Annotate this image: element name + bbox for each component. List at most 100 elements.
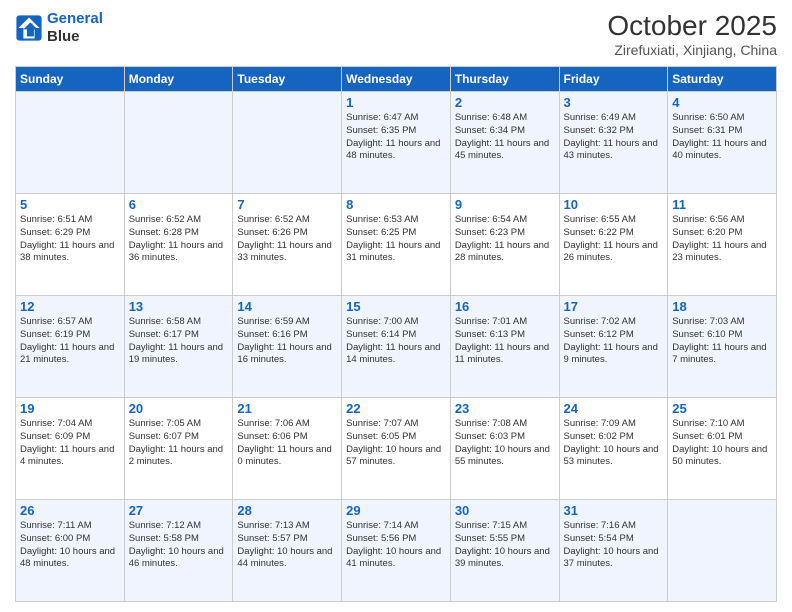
cell-info: Sunrise: 7:15 AM Sunset: 5:55 PM Dayligh… xyxy=(455,520,550,569)
day-number: 28 xyxy=(237,503,337,518)
day-number: 25 xyxy=(672,401,772,416)
calendar-cell: 1Sunrise: 6:47 AM Sunset: 6:35 PM Daylig… xyxy=(342,92,451,194)
day-number: 30 xyxy=(455,503,555,518)
day-number: 26 xyxy=(20,503,120,518)
cell-info: Sunrise: 7:14 AM Sunset: 5:56 PM Dayligh… xyxy=(346,520,441,569)
calendar-cell: 11Sunrise: 6:56 AM Sunset: 6:20 PM Dayli… xyxy=(668,194,777,296)
calendar-cell: 22 Sunrise: 7:07 AM Sunset: 6:05 PM Dayli… xyxy=(342,398,451,500)
day-number: 17 xyxy=(564,299,664,314)
cell-info: Sunrise: 6:49 AM Sunset: 6:32 PM Dayligh… xyxy=(564,112,658,161)
cell-info: Sunrise: 7:12 AM Sunset: 5:58 PM Dayligh… xyxy=(129,520,224,569)
calendar-cell: 2 Sunrise: 6:48 AM Sunset: 6:34 PM Daylig… xyxy=(450,92,559,194)
calendar-cell: 29Sunrise: 7:14 AM Sunset: 5:56 PM Dayli… xyxy=(342,500,451,602)
calendar-cell: 31 Sunrise: 7:16 AM Sunset: 5:54 PM Dayli… xyxy=(559,500,668,602)
col-wednesday: Wednesday xyxy=(342,67,451,92)
week-row-4: 19 Sunrise: 7:04 AM Sunset: 6:09 PM Dayli… xyxy=(16,398,777,500)
day-number: 31 xyxy=(564,503,664,518)
logo-icon xyxy=(15,14,43,42)
cell-info: Sunrise: 7:00 AM Sunset: 6:14 PM Dayligh… xyxy=(346,316,440,365)
month-title: October 2025 xyxy=(607,10,777,42)
day-number: 19 xyxy=(20,401,120,416)
calendar-cell: 9 Sunrise: 6:54 AM Sunset: 6:23 PM Daylig… xyxy=(450,194,559,296)
cell-info: Sunrise: 6:52 AM Sunset: 6:28 PM Dayligh… xyxy=(129,214,223,263)
day-number: 6 xyxy=(129,197,229,212)
day-number: 10 xyxy=(564,197,664,212)
day-number: 21 xyxy=(237,401,337,416)
calendar-cell: 25 Sunrise: 7:10 AM Sunset: 6:01 PM Dayli… xyxy=(668,398,777,500)
calendar-cell: 28 Sunrise: 7:13 AM Sunset: 5:57 PM Dayli… xyxy=(233,500,342,602)
cell-info: Sunrise: 7:06 AM Sunset: 6:06 PM Dayligh… xyxy=(237,418,331,467)
cell-info: Sunrise: 7:05 AM Sunset: 6:07 PM Dayligh… xyxy=(129,418,223,467)
day-number: 16 xyxy=(455,299,555,314)
cell-info: Sunrise: 6:56 AM Sunset: 6:20 PM Dayligh… xyxy=(672,214,766,263)
day-number: 5 xyxy=(20,197,120,212)
cell-info: Sunrise: 7:09 AM Sunset: 6:02 PM Dayligh… xyxy=(564,418,659,467)
week-row-5: 26Sunrise: 7:11 AM Sunset: 6:00 PM Dayli… xyxy=(16,500,777,602)
day-number: 12 xyxy=(20,299,120,314)
cell-info: Sunrise: 7:07 AM Sunset: 6:05 PM Dayligh… xyxy=(346,418,441,467)
cell-info: Sunrise: 6:55 AM Sunset: 6:22 PM Dayligh… xyxy=(564,214,658,263)
logo-line1: General xyxy=(47,10,103,27)
calendar-cell xyxy=(124,92,233,194)
logo: General Blue xyxy=(15,10,103,46)
cell-info: Sunrise: 7:03 AM Sunset: 6:10 PM Dayligh… xyxy=(672,316,766,365)
day-number: 7 xyxy=(237,197,337,212)
logo-text: General Blue xyxy=(47,10,103,46)
calendar-cell: 26Sunrise: 7:11 AM Sunset: 6:00 PM Dayli… xyxy=(16,500,125,602)
cell-info: Sunrise: 7:10 AM Sunset: 6:01 PM Dayligh… xyxy=(672,418,767,467)
day-number: 9 xyxy=(455,197,555,212)
calendar-cell: 18 Sunrise: 7:03 AM Sunset: 6:10 PM Dayli… xyxy=(668,296,777,398)
col-saturday: Saturday xyxy=(668,67,777,92)
calendar-cell: 23 Sunrise: 7:08 AM Sunset: 6:03 PM Dayli… xyxy=(450,398,559,500)
col-tuesday: Tuesday xyxy=(233,67,342,92)
calendar-cell: 10 Sunrise: 6:55 AM Sunset: 6:22 PM Dayli… xyxy=(559,194,668,296)
day-number: 15 xyxy=(346,299,446,314)
calendar-cell: 8 Sunrise: 6:53 AM Sunset: 6:25 PM Daylig… xyxy=(342,194,451,296)
col-friday: Friday xyxy=(559,67,668,92)
cell-info: Sunrise: 6:50 AM Sunset: 6:31 PM Dayligh… xyxy=(672,112,766,161)
location: Zirefuxiati, Xinjiang, China xyxy=(607,42,777,58)
calendar-cell: 21 Sunrise: 7:06 AM Sunset: 6:06 PM Dayli… xyxy=(233,398,342,500)
cell-info: Sunrise: 6:54 AM Sunset: 6:23 PM Dayligh… xyxy=(455,214,549,263)
calendar-cell: 27 Sunrise: 7:12 AM Sunset: 5:58 PM Dayli… xyxy=(124,500,233,602)
day-number: 1 xyxy=(346,95,446,110)
title-block: October 2025 Zirefuxiati, Xinjiang, Chin… xyxy=(607,10,777,58)
calendar-cell: 14 Sunrise: 6:59 AM Sunset: 6:16 PM Dayli… xyxy=(233,296,342,398)
header-row: Sunday Monday Tuesday Wednesday Thursday… xyxy=(16,67,777,92)
calendar-cell: 17Sunrise: 7:02 AM Sunset: 6:12 PM Dayli… xyxy=(559,296,668,398)
calendar-table: Sunday Monday Tuesday Wednesday Thursday… xyxy=(15,66,777,602)
day-number: 23 xyxy=(455,401,555,416)
day-number: 8 xyxy=(346,197,446,212)
calendar-cell xyxy=(233,92,342,194)
cell-info: Sunrise: 6:52 AM Sunset: 6:26 PM Dayligh… xyxy=(237,214,331,263)
calendar-cell: 19 Sunrise: 7:04 AM Sunset: 6:09 PM Dayli… xyxy=(16,398,125,500)
cell-info: Sunrise: 7:13 AM Sunset: 5:57 PM Dayligh… xyxy=(237,520,332,569)
logo-line2: Blue xyxy=(47,28,80,45)
cell-info: Sunrise: 7:16 AM Sunset: 5:54 PM Dayligh… xyxy=(564,520,659,569)
day-number: 14 xyxy=(237,299,337,314)
col-sunday: Sunday xyxy=(16,67,125,92)
week-row-3: 12 Sunrise: 6:57 AM Sunset: 6:19 PM Dayli… xyxy=(16,296,777,398)
cell-info: Sunrise: 6:59 AM Sunset: 6:16 PM Dayligh… xyxy=(237,316,331,365)
calendar-cell: 24Sunrise: 7:09 AM Sunset: 6:02 PM Dayli… xyxy=(559,398,668,500)
calendar-cell: 16Sunrise: 7:01 AM Sunset: 6:13 PM Dayli… xyxy=(450,296,559,398)
cell-info: Sunrise: 6:48 AM Sunset: 6:34 PM Dayligh… xyxy=(455,112,549,161)
cell-info: Sunrise: 7:08 AM Sunset: 6:03 PM Dayligh… xyxy=(455,418,550,467)
day-number: 3 xyxy=(564,95,664,110)
day-number: 20 xyxy=(129,401,229,416)
calendar-cell xyxy=(16,92,125,194)
day-number: 22 xyxy=(346,401,446,416)
day-number: 18 xyxy=(672,299,772,314)
day-number: 13 xyxy=(129,299,229,314)
cell-info: Sunrise: 6:51 AM Sunset: 6:29 PM Dayligh… xyxy=(20,214,114,263)
calendar-cell xyxy=(668,500,777,602)
day-number: 2 xyxy=(455,95,555,110)
day-number: 27 xyxy=(129,503,229,518)
cell-info: Sunrise: 7:04 AM Sunset: 6:09 PM Dayligh… xyxy=(20,418,114,467)
calendar-cell: 5 Sunrise: 6:51 AM Sunset: 6:29 PM Daylig… xyxy=(16,194,125,296)
cell-info: Sunrise: 6:53 AM Sunset: 6:25 PM Dayligh… xyxy=(346,214,440,263)
calendar-cell: 30 Sunrise: 7:15 AM Sunset: 5:55 PM Dayli… xyxy=(450,500,559,602)
col-thursday: Thursday xyxy=(450,67,559,92)
cell-info: Sunrise: 6:57 AM Sunset: 6:19 PM Dayligh… xyxy=(20,316,114,365)
calendar-cell: 13Sunrise: 6:58 AM Sunset: 6:17 PM Dayli… xyxy=(124,296,233,398)
